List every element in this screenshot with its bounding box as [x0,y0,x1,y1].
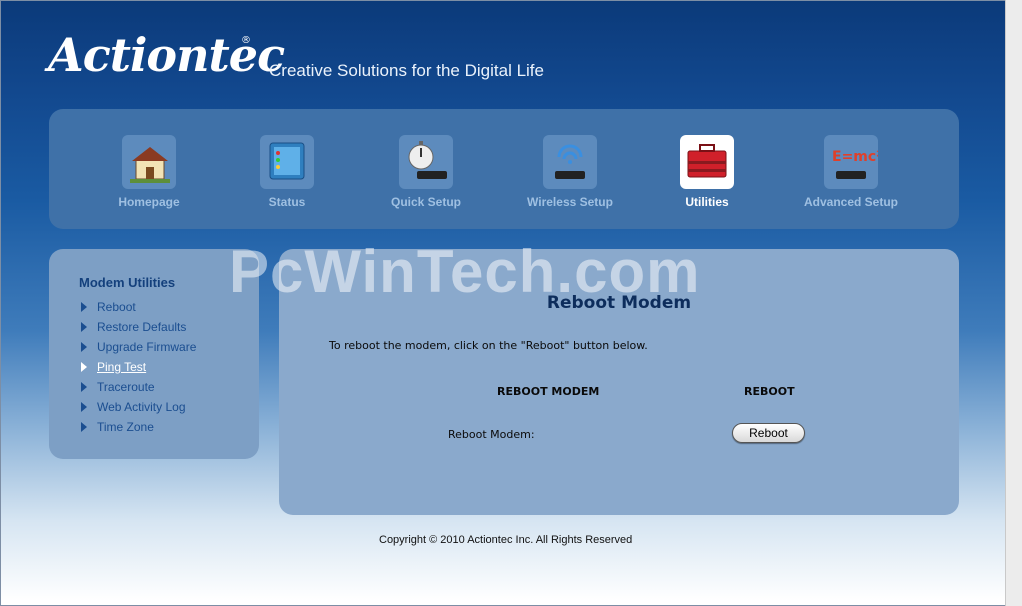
page-description: To reboot the modem, click on the "Reboo… [329,339,648,352]
nav-label-advanced-setup: Advanced Setup [803,195,899,209]
sidebar-item-label: Upgrade Firmware [97,340,197,354]
watermark: PcWinTech.com [229,238,701,305]
triangle-right-icon [81,402,87,412]
sidebar-item-time-zone[interactable]: Time Zone [81,417,196,437]
reboot-modem-label: Reboot Modem: [448,428,535,441]
nav-wireless-setup[interactable]: Wireless Setup [505,135,635,209]
nav-label-status: Status [268,195,306,209]
actiontec-logo: Actiontec ® [48,29,285,81]
nav-status[interactable]: Status [222,135,352,209]
registered-mark: ® [241,35,251,46]
sidebar-item-label: Traceroute [97,380,155,394]
sidebar-item-restore-defaults[interactable]: Restore Defaults [81,317,196,337]
triangle-right-icon [81,342,87,352]
triangle-right-icon [81,362,87,372]
sidebar-item-upgrade-firmware[interactable]: Upgrade Firmware [81,337,196,357]
nav-quick-setup[interactable]: Quick Setup [361,135,491,209]
sidebar-item-reboot[interactable]: Reboot [81,297,196,317]
sidebar-item-traceroute[interactable]: Traceroute [81,377,196,397]
sidebar-item-label: Ping Test [97,360,147,374]
nav-label-wireless-setup: Wireless Setup [527,195,613,209]
emc2-modem-icon: E=mc² [824,135,882,189]
triangle-right-icon [81,302,87,312]
nav-utilities[interactable]: Utilities [642,135,772,209]
column-header-reboot-modem: REBOOT MODEM [497,385,600,398]
house-icon [122,135,176,189]
nav-homepage[interactable]: Homepage [84,135,214,209]
sidebar-item-web-activity-log[interactable]: Web Activity Log [81,397,196,417]
sidebar-title: Modem Utilities [79,275,176,290]
sidebar-item-ping-test[interactable]: Ping Test [81,357,196,377]
sidebar-item-label: Restore Defaults [97,320,187,334]
sidebar-item-label: Reboot [97,300,136,314]
triangle-right-icon [81,322,87,332]
copyright: Copyright © 2010 Actiontec Inc. All Righ… [379,534,633,546]
sidebar-item-label: Web Activity Log [97,400,186,414]
stopwatch-modem-icon [399,135,453,189]
tagline: Creative Solutions for the Digital Life [269,61,544,80]
nav-label-utilities: Utilities [685,195,729,209]
vertical-scrollbar[interactable] [1005,0,1022,606]
column-header-reboot: REBOOT [744,385,795,398]
status-panel-icon [260,135,314,189]
triangle-right-icon [81,382,87,392]
main-nav: Homepage Status Quick Setup Wireless Set… [49,109,959,229]
toolbox-icon [680,135,734,189]
sidebar: Modem Utilities Reboot Restore Defaults … [49,249,259,459]
reboot-button[interactable]: Reboot [732,423,805,443]
nav-label-quick-setup: Quick Setup [390,195,461,209]
sidebar-item-label: Time Zone [97,420,154,434]
nav-advanced-setup[interactable]: E=mc² Advanced Setup [786,135,916,209]
wireless-modem-icon [543,135,597,189]
sidebar-list: Reboot Restore Defaults Upgrade Firmware… [81,297,196,437]
nav-label-homepage: Homepage [118,195,180,209]
page-frame: Actiontec ® Creative Solutions for the D… [0,0,1005,606]
triangle-right-icon [81,422,87,432]
svg-text:E=mc²: E=mc² [832,149,878,165]
